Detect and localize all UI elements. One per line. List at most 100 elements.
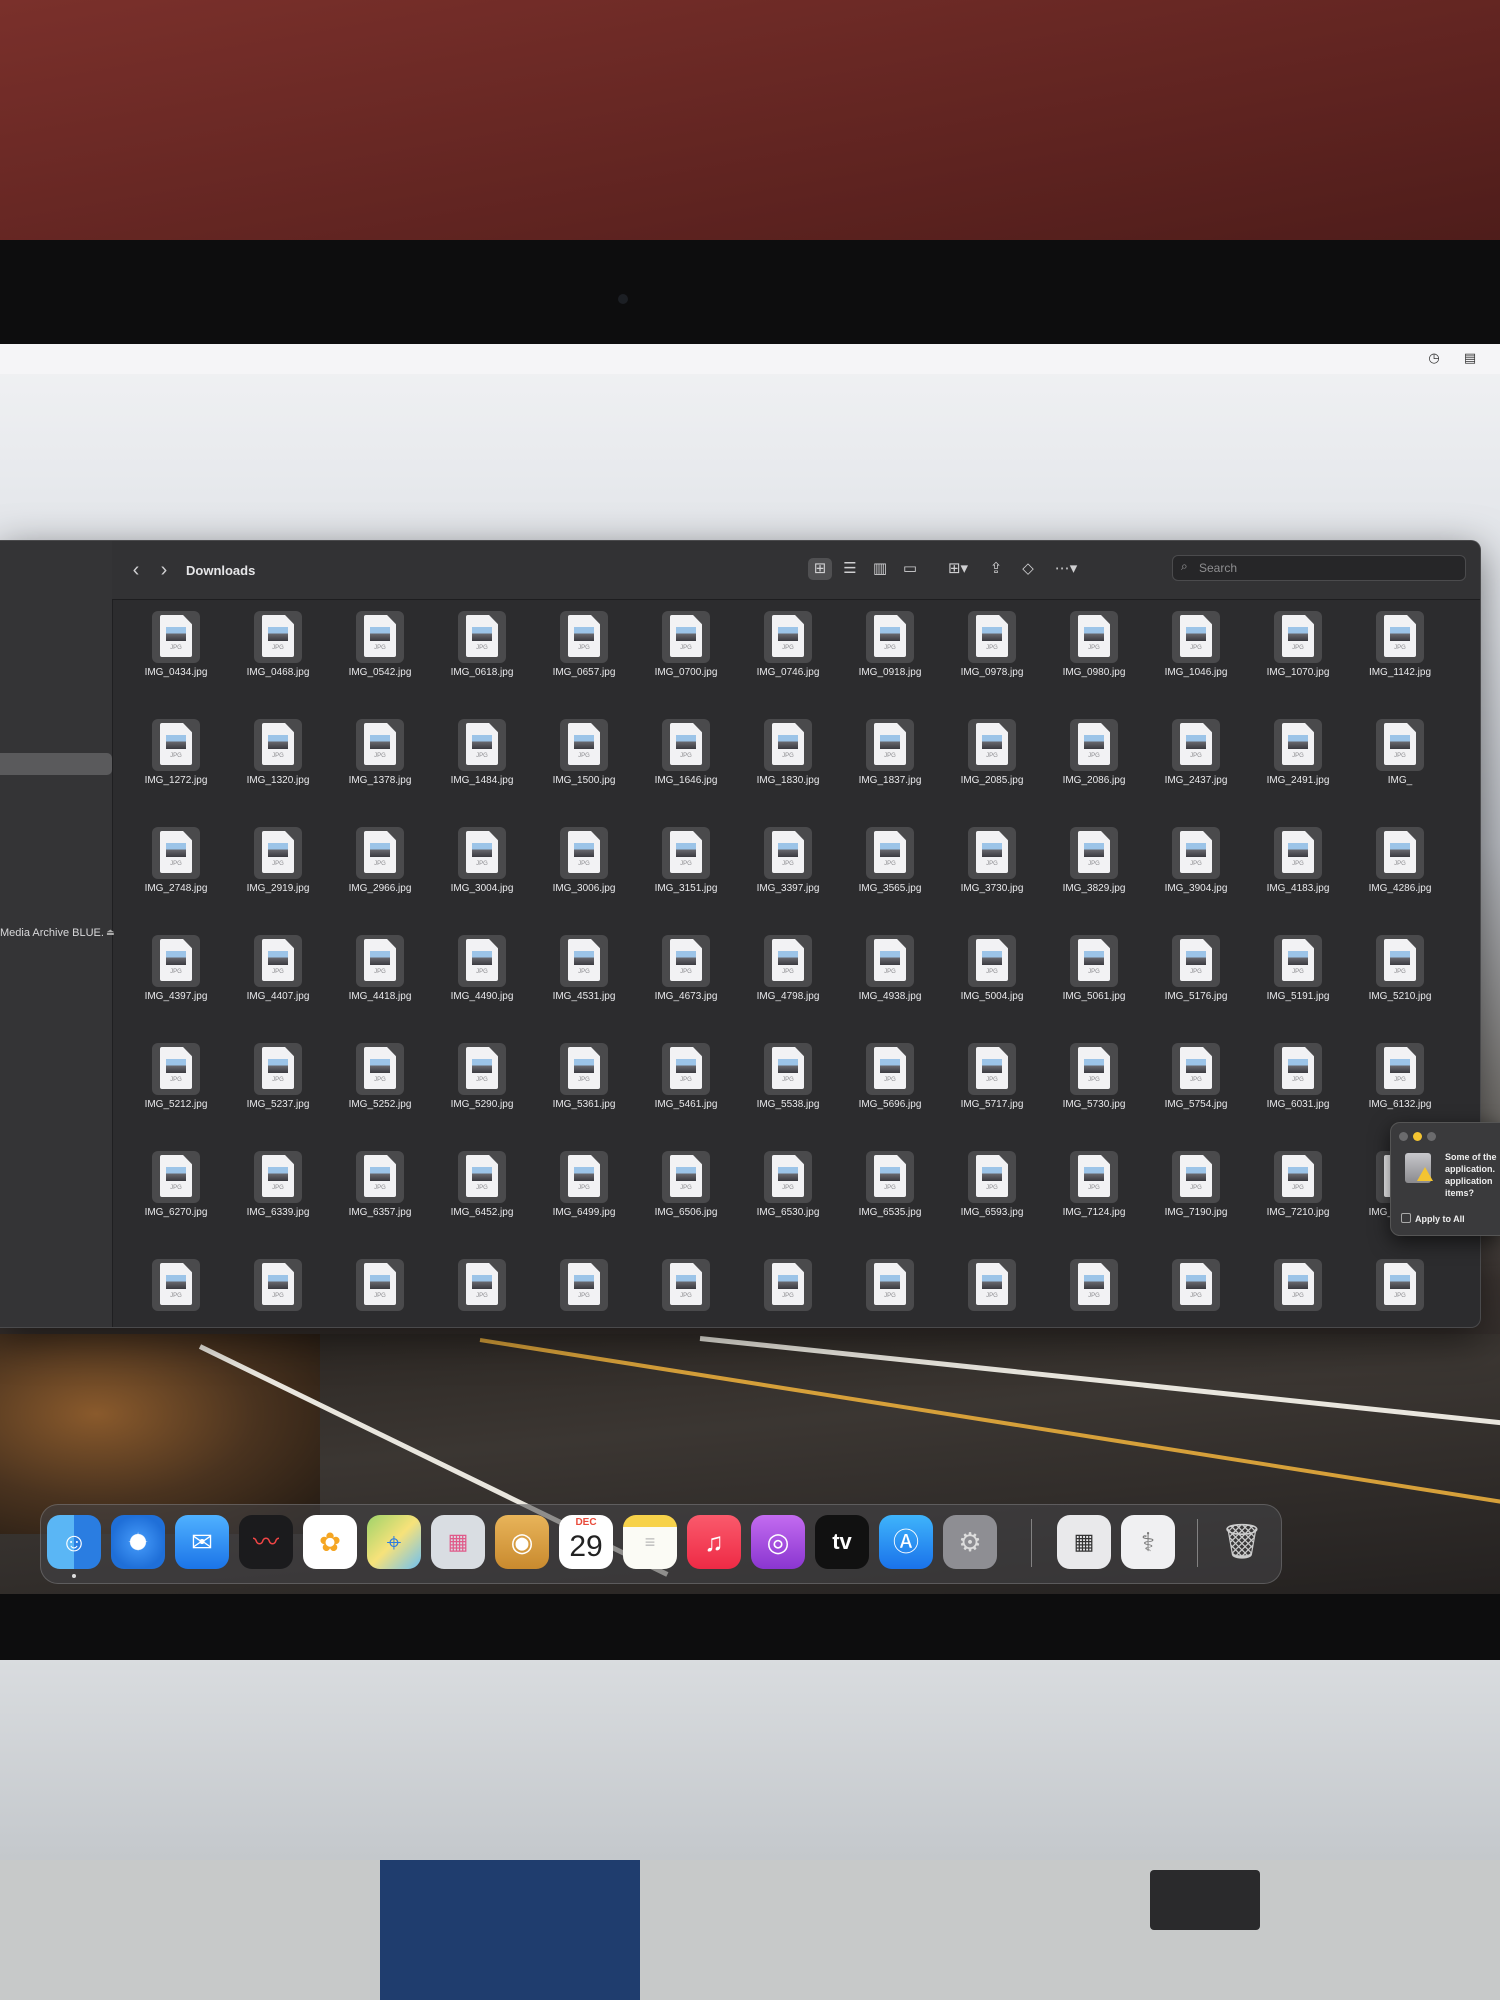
file-item[interactable]: JPG IMG_0468.jpg [228,611,328,719]
file-item[interactable]: JPG [330,1259,430,1327]
file-item[interactable]: JPG IMG_5004.jpg [942,935,1042,1043]
file-item[interactable]: JPG IMG_4183.jpg [1248,827,1348,935]
file-item[interactable]: JPG IMG_2966.jpg [330,827,430,935]
apply-to-all-checkbox[interactable]: Apply to All [1401,1213,1465,1224]
file-item[interactable]: JPG IMG_1320.jpg [228,719,328,827]
search-field[interactable]: ⌕ [1172,555,1466,581]
file-item[interactable]: JPG IMG_5176.jpg [1146,935,1246,1043]
file-item[interactable]: JPG IMG_5252.jpg [330,1043,430,1151]
file-item[interactable]: JPG IMG_6506.jpg [636,1151,736,1259]
file-item[interactable]: JPG IMG_5212.jpg [126,1043,226,1151]
file-item[interactable]: JPG IMG_1272.jpg [126,719,226,827]
file-item[interactable]: JPG IMG_3565.jpg [840,827,940,935]
file-item[interactable]: JPG IMG_2437.jpg [1146,719,1246,827]
back-button[interactable]: ‹ [126,559,146,581]
file-item[interactable]: JPG IMG_1378.jpg [330,719,430,827]
sidebar-selected-item[interactable] [0,753,112,775]
file-item[interactable]: JPG IMG_5461.jpg [636,1043,736,1151]
file-item[interactable]: JPG IMG_5361.jpg [534,1043,634,1151]
notes-icon[interactable]: ≡ [623,1515,677,1569]
file-item[interactable]: JPG IMG_5696.jpg [840,1043,940,1151]
file-item[interactable]: JPG IMG_1837.jpg [840,719,940,827]
file-item[interactable]: JPG [1248,1259,1348,1327]
file-item[interactable]: JPG IMG_3730.jpg [942,827,1042,935]
file-item[interactable]: JPG IMG_2748.jpg [126,827,226,935]
file-item[interactable]: JPG IMG_6535.jpg [840,1151,940,1259]
file-item[interactable]: JPG IMG_4673.jpg [636,935,736,1043]
file-item[interactable]: JPG IMG_2491.jpg [1248,719,1348,827]
eject-icon[interactable]: ⏏ [106,927,115,938]
gallery-view-icon[interactable]: ▭ [898,558,922,580]
apple-tv-icon[interactable]: tv [815,1515,869,1569]
calendar-icon[interactable]: DEC 29 [559,1515,613,1569]
file-item[interactable]: JPG IMG_7210.jpg [1248,1151,1348,1259]
file-item[interactable]: JPG IMG_1142.jpg [1350,611,1450,719]
file-item[interactable]: JPG IMG_3829.jpg [1044,827,1144,935]
file-item[interactable]: JPG [942,1259,1042,1327]
file-item[interactable]: JPG IMG_1070.jpg [1248,611,1348,719]
tag-icon[interactable]: ◇ [1016,558,1040,580]
file-item[interactable]: JPG IMG_4938.jpg [840,935,940,1043]
icon-view-icon[interactable]: ⊞ [808,558,832,580]
file-item[interactable]: JPG [738,1259,838,1327]
file-item[interactable]: JPG [1044,1259,1144,1327]
share-icon[interactable]: ⇪ [984,558,1008,580]
file-item[interactable]: JPG IMG_4418.jpg [330,935,430,1043]
file-item[interactable]: JPG IMG_1646.jpg [636,719,736,827]
file-item[interactable]: JPG IMG_5754.jpg [1146,1043,1246,1151]
finder-window[interactable]: Media Archive BLUE. ⏏ ‹ › Downloads ⊞ ☰ … [0,540,1481,1328]
file-item[interactable]: JPG IMG_5191.jpg [1248,935,1348,1043]
safari-icon[interactable]: ✧ [111,1515,165,1569]
file-item[interactable]: JPG IMG_4397.jpg [126,935,226,1043]
file-item[interactable]: JPG [126,1259,226,1327]
file-item[interactable]: JPG IMG_2919.jpg [228,827,328,935]
contacts-icon[interactable]: ◉ [495,1515,549,1569]
file-item[interactable]: JPG IMG_3006.jpg [534,827,634,935]
file-item[interactable]: JPG IMG_0746.jpg [738,611,838,719]
music-icon[interactable]: ♫ [687,1515,741,1569]
file-item[interactable]: JPG IMG_5717.jpg [942,1043,1042,1151]
finder-icon[interactable]: ☺ [47,1515,101,1569]
file-item[interactable]: JPG IMG_0657.jpg [534,611,634,719]
minimize-button[interactable] [1413,1132,1422,1141]
launchpad-icon[interactable]: ▦ [431,1515,485,1569]
file-item[interactable]: JPG IMG_5538.jpg [738,1043,838,1151]
file-item[interactable]: JPG IMG_ [1350,719,1450,827]
file-item[interactable]: JPG IMG_1484.jpg [432,719,532,827]
file-item[interactable]: JPG [840,1259,940,1327]
podcasts-icon[interactable]: ◎ [751,1515,805,1569]
file-item[interactable]: JPG IMG_5290.jpg [432,1043,532,1151]
file-item[interactable]: JPG [228,1259,328,1327]
file-item[interactable]: JPG IMG_0978.jpg [942,611,1042,719]
file-item[interactable]: JPG IMG_0980.jpg [1044,611,1144,719]
checkbox-icon[interactable] [1401,1213,1411,1223]
disk-utility-icon[interactable]: ⚕ [1121,1515,1175,1569]
file-item[interactable]: JPG IMG_3004.jpg [432,827,532,935]
sidebar-item-volume[interactable]: Media Archive BLUE. [0,927,104,939]
mail-icon[interactable]: ✉ [175,1515,229,1569]
clock-icon[interactable]: ◷ [1426,350,1442,366]
file-item[interactable]: JPG IMG_2086.jpg [1044,719,1144,827]
file-item[interactable]: JPG IMG_4531.jpg [534,935,634,1043]
file-item[interactable]: JPG IMG_6339.jpg [228,1151,328,1259]
more-actions-icon[interactable]: ⋯▾ [1048,558,1084,580]
file-item[interactable]: JPG IMG_2085.jpg [942,719,1042,827]
file-item[interactable]: JPG IMG_3397.jpg [738,827,838,935]
file-item[interactable]: JPG IMG_5210.jpg [1350,935,1450,1043]
control-center-icon[interactable]: ▤ [1462,350,1478,366]
file-item[interactable]: JPG IMG_0618.jpg [432,611,532,719]
file-item[interactable]: JPG IMG_6499.jpg [534,1151,634,1259]
file-item[interactable]: JPG IMG_5730.jpg [1044,1043,1144,1151]
file-item[interactable]: JPG IMG_5061.jpg [1044,935,1144,1043]
file-item[interactable]: JPG IMG_0434.jpg [126,611,226,719]
file-item[interactable]: JPG IMG_6593.jpg [942,1151,1042,1259]
maps-icon[interactable]: ⌖ [367,1515,421,1569]
file-item[interactable]: JPG IMG_4798.jpg [738,935,838,1043]
app-store-icon[interactable]: Ⓐ [879,1515,933,1569]
close-button[interactable] [1399,1132,1408,1141]
trash-icon[interactable]: 🗑 [1215,1515,1269,1569]
file-item[interactable]: JPG [534,1259,634,1327]
search-input[interactable] [1197,558,1461,578]
zoom-button[interactable] [1427,1132,1436,1141]
column-view-icon[interactable]: ▥ [868,558,892,580]
